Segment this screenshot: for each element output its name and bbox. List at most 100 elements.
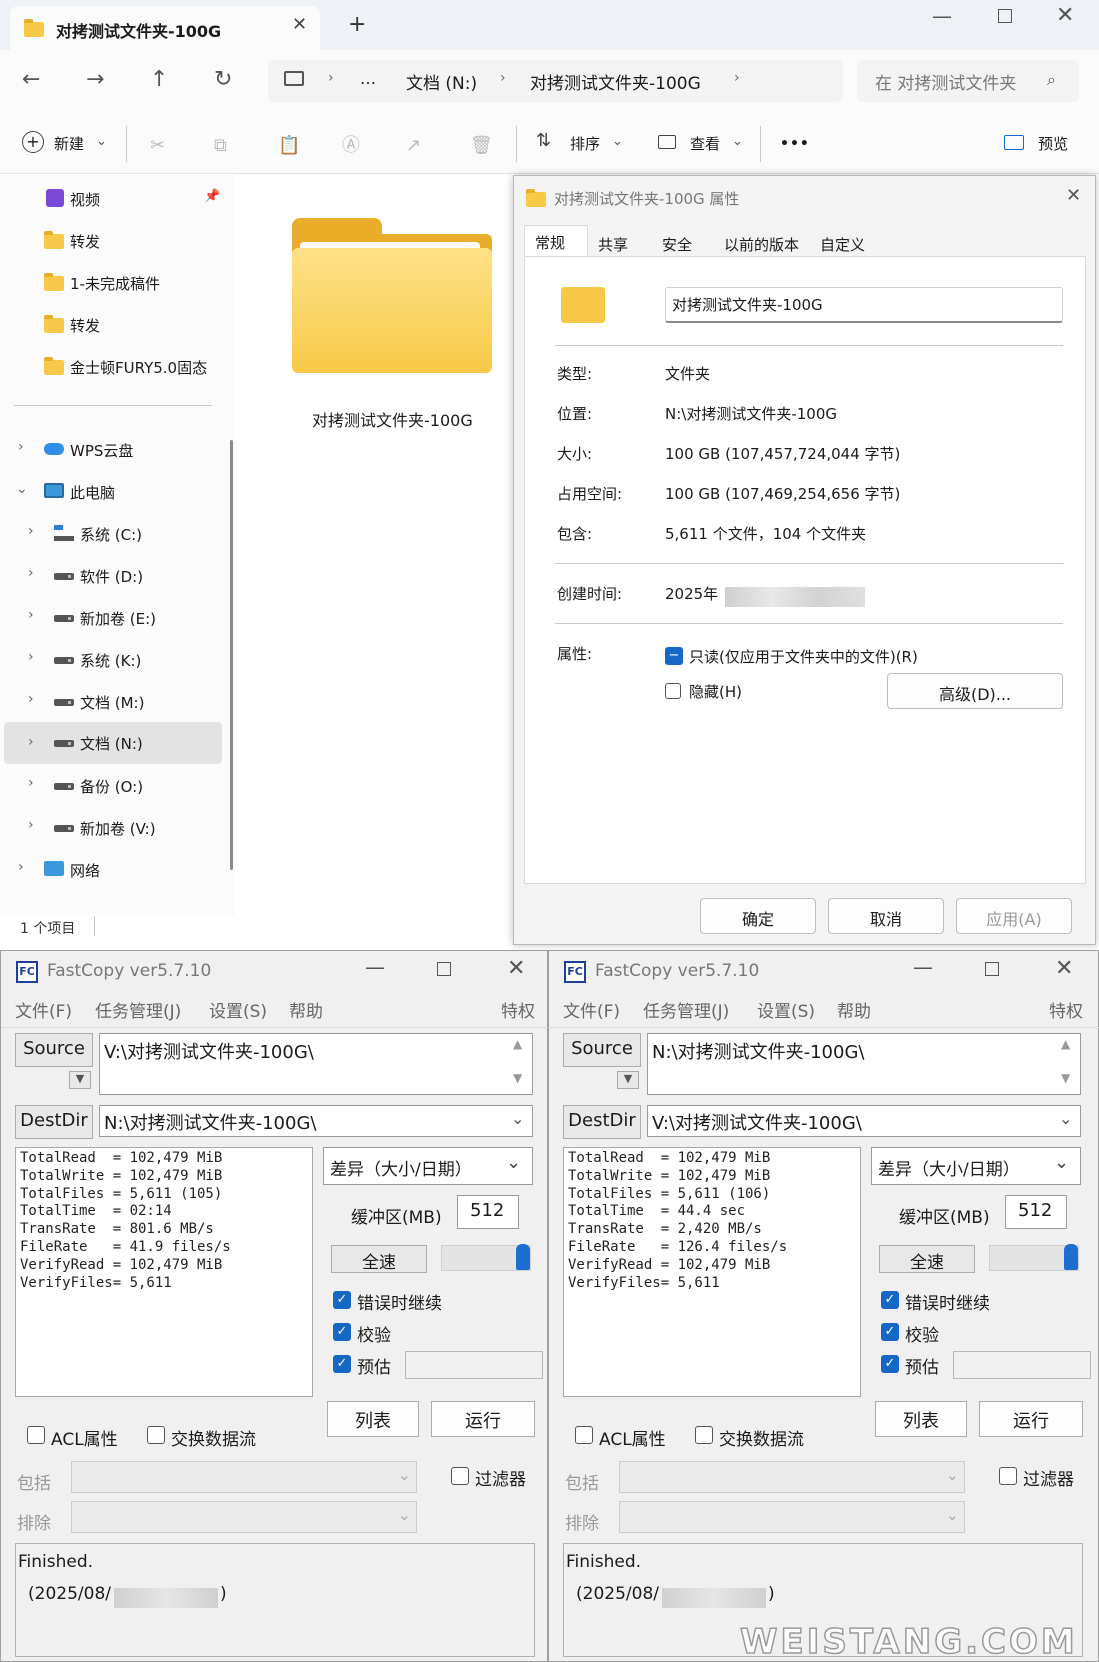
source-path-input[interactable]: V:\对拷测试文件夹-100G\ [99,1033,533,1095]
scroll-down-icon[interactable]: ▼ [1061,1071,1070,1085]
destdir-button[interactable]: DestDir [563,1105,641,1139]
tab-sharing[interactable]: 共享 [598,234,628,255]
menu-jobs[interactable]: 任务管理(J) [643,997,729,1022]
sort-button[interactable]: ⇅ 排序 ⌄ [536,128,626,160]
source-history-dropdown[interactable]: ▼ [617,1071,639,1089]
estimate-checkbox[interactable]: ✓ [881,1355,899,1373]
apply-button[interactable]: 应用(A) [956,898,1072,934]
chevron-right-icon[interactable]: › [28,691,34,707]
full-speed-button[interactable]: 全速 [879,1245,975,1273]
source-button[interactable]: Source [563,1033,641,1067]
filter-checkbox[interactable] [999,1467,1017,1485]
breadcrumb-folder[interactable]: 对拷测试文件夹-100G [530,69,701,94]
dialog-close-icon[interactable]: ✕ [1066,185,1081,206]
tree-drive-v[interactable]: › 新加卷 (V:) [24,815,224,841]
new-button[interactable]: + 新建 ⌄ [20,128,110,160]
destdir-path-input[interactable]: N:\对拷测试文件夹-100G\ [99,1105,533,1137]
include-input[interactable]: ⌄ [619,1461,965,1493]
buffer-input[interactable]: 512 [1005,1195,1067,1229]
copy-icon[interactable]: ⧉ [214,134,227,158]
ads-checkbox[interactable] [147,1426,165,1444]
menu-file[interactable]: 文件(F) [15,997,72,1022]
close-icon[interactable]: ✕ [1055,956,1073,981]
quick-access-forward-2[interactable]: 转发 [44,312,214,338]
share-icon[interactable]: ↗ [406,134,421,158]
tree-drive-d[interactable]: › 软件 (D:) [24,563,224,589]
mode-select[interactable]: 差异（大小/日期） ⌄ [871,1147,1081,1185]
run-button[interactable]: 运行 [979,1401,1083,1437]
scroll-up-icon[interactable]: ▲ [513,1037,522,1051]
speed-slider-thumb[interactable] [516,1244,530,1270]
mode-select[interactable]: 差异（大小/日期） ⌄ [323,1147,533,1185]
maximize-icon[interactable] [985,962,999,976]
destdir-path-input[interactable]: V:\对拷测试文件夹-100G\ [647,1105,1081,1137]
minimize-icon[interactable]: — [365,955,385,979]
verify-checkbox[interactable]: ✓ [333,1323,351,1341]
tree-drive-m[interactable]: › 文档 (M:) [24,689,224,715]
source-path-input[interactable]: N:\对拷测试文件夹-100G\ [647,1033,1081,1095]
acl-checkbox[interactable] [27,1426,45,1444]
run-button[interactable]: 运行 [431,1401,535,1437]
advanced-button[interactable]: 高级(D)... [887,673,1063,709]
minimize-icon[interactable]: — [932,4,952,28]
sidebar-scrollbar[interactable] [230,440,233,870]
speed-slider-thumb[interactable] [1064,1244,1078,1270]
tab-active[interactable]: 对拷测试文件夹-100G ✕ [10,6,320,50]
chevron-right-icon[interactable]: › [28,775,34,791]
rename-icon[interactable]: Ⓐ [342,134,360,158]
menu-settings[interactable]: 设置(S) [757,997,815,1022]
new-tab-icon[interactable]: + [348,12,366,37]
tree-this-pc[interactable]: ⌄ 此电脑 [14,479,224,505]
back-arrow-icon[interactable]: ← [22,68,40,92]
chevron-right-icon[interactable]: › [28,817,34,833]
chevron-right-icon[interactable]: › [28,565,34,581]
tree-drive-o[interactable]: › 备份 (O:) [24,773,224,799]
scroll-down-icon[interactable]: ▼ [513,1071,522,1085]
cancel-button[interactable]: 取消 [828,898,944,934]
quick-access-forward-1[interactable]: 转发 [44,228,214,254]
tree-drive-k[interactable]: › 系统 (K:) [24,647,224,673]
up-arrow-icon[interactable]: ↑ [150,68,168,92]
verify-checkbox[interactable]: ✓ [881,1323,899,1341]
more-options-icon[interactable]: ••• [780,136,810,152]
folder-item[interactable]: 对拷测试文件夹-100G [280,210,505,440]
menu-settings[interactable]: 设置(S) [209,997,267,1022]
chevron-right-icon[interactable]: › [18,859,24,875]
tree-drive-e[interactable]: › 新加卷 (E:) [24,605,224,631]
close-icon[interactable]: ✕ [1056,3,1074,28]
source-button[interactable]: Source [15,1033,93,1067]
full-speed-button[interactable]: 全速 [331,1245,427,1273]
chevron-right-icon[interactable]: › [18,439,24,455]
name-field[interactable]: 对拷测试文件夹-100G [665,287,1063,323]
hidden-checkbox[interactable] [665,683,681,699]
source-history-dropdown[interactable]: ▼ [69,1071,91,1089]
tab-previous-versions[interactable]: 以前的版本 [724,234,799,255]
tab-security[interactable]: 安全 [662,234,692,255]
forward-arrow-icon[interactable]: → [86,68,104,92]
minimize-icon[interactable]: — [913,955,933,979]
preview-button[interactable]: 预览 [1004,128,1084,160]
chevron-right-icon[interactable]: › [28,607,34,623]
chevron-right-icon[interactable]: › [28,523,34,539]
breadcrumb-more[interactable]: … [360,69,376,88]
tab-general[interactable]: 常规 [524,225,588,257]
pin-icon[interactable]: 📌 [204,189,220,204]
address-bar[interactable]: › … 文档 (N:) › 对拷测试文件夹-100G › [268,60,843,102]
menu-help[interactable]: 帮助 [289,997,323,1022]
tab-customize[interactable]: 自定义 [820,234,865,255]
chevron-right-icon[interactable]: › [28,649,34,665]
view-button[interactable]: 查看 ⌄ [656,128,746,160]
speed-slider[interactable] [989,1244,1079,1271]
cut-icon[interactable]: ✂ [150,134,165,158]
continue-on-error-checkbox[interactable]: ✓ [881,1291,899,1309]
menu-privilege[interactable]: 特权 [501,997,535,1022]
readonly-checkbox[interactable]: − [665,647,683,665]
acl-checkbox[interactable] [575,1426,593,1444]
ads-checkbox[interactable] [695,1426,713,1444]
paste-icon[interactable]: 📋 [278,134,300,158]
refresh-icon[interactable]: ↻ [214,68,232,92]
speed-slider[interactable] [441,1244,531,1271]
search-input[interactable]: 在 对拷测试文件夹 [875,69,1035,94]
search-box[interactable]: 在 对拷测试文件夹 ⌕ [857,60,1079,102]
chevron-down-icon[interactable]: ⌄ [16,481,28,497]
